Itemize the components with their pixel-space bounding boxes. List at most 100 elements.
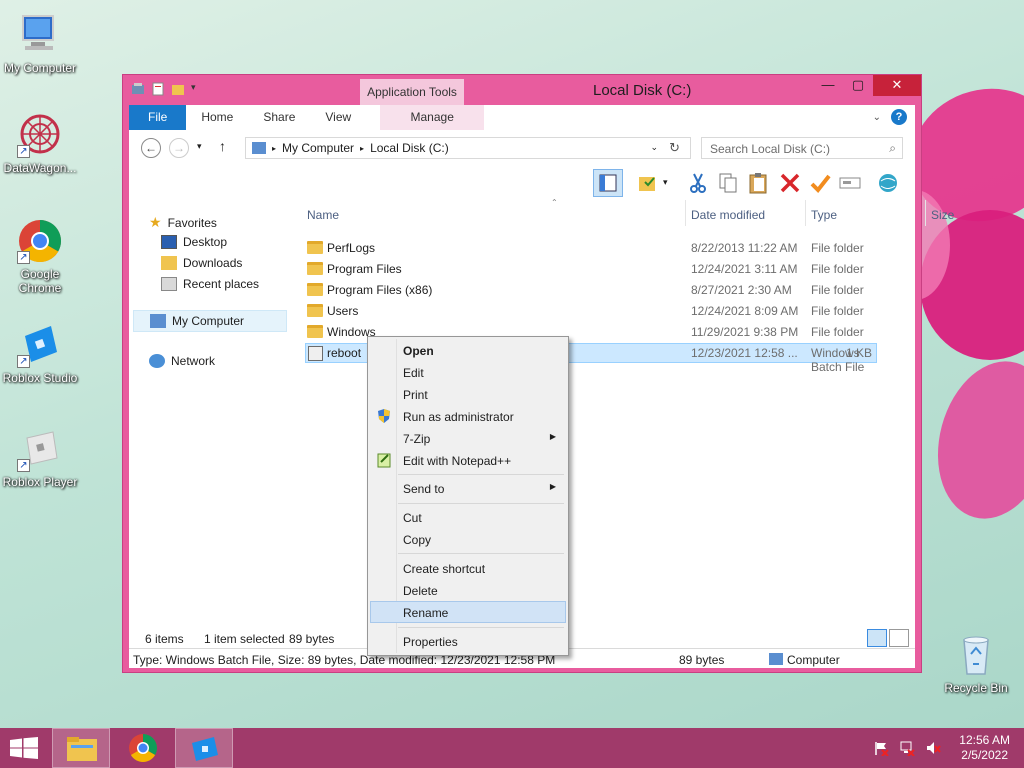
explorer-icon[interactable] xyxy=(131,82,145,96)
delete-icon[interactable] xyxy=(779,172,801,194)
menu-item-copy[interactable]: Copy xyxy=(370,528,566,550)
menu-item-delete[interactable]: Delete xyxy=(370,579,566,601)
maximize-button[interactable]: ▢ xyxy=(843,75,873,96)
recent-locations-chevron-icon[interactable]: ▾ xyxy=(197,141,202,152)
desktop-icon-google-chrome[interactable]: ↗ Google Chrome xyxy=(0,218,80,295)
start-button[interactable] xyxy=(10,737,38,759)
datawagon-icon: ↗ xyxy=(17,112,63,158)
folder-check-icon[interactable] xyxy=(637,172,659,194)
menu-item-send-to[interactable]: Send to ▶ xyxy=(370,477,566,499)
volume-muted-icon[interactable] xyxy=(925,740,941,756)
large-icons-view-button[interactable] xyxy=(889,629,909,647)
file-date: 12/23/2021 12:58 ... xyxy=(691,346,798,360)
shortcut-arrow-icon: ↗ xyxy=(17,459,30,472)
desktop-icon-roblox-studio[interactable]: ↗ Roblox Studio xyxy=(0,322,80,385)
taskbar-chrome[interactable] xyxy=(114,728,172,768)
tab-view[interactable]: View xyxy=(310,105,366,130)
tab-file[interactable]: File xyxy=(129,105,187,130)
submenu-arrow-icon: ▶ xyxy=(549,432,556,441)
breadcrumb-my-computer[interactable]: My Computer xyxy=(282,141,354,155)
desktop-icon-roblox-player[interactable]: ↗ Roblox Player xyxy=(0,426,80,489)
details-pane-icon[interactable] xyxy=(593,169,623,197)
close-button[interactable]: ✕ xyxy=(873,75,921,96)
file-name: Program Files (x86) xyxy=(327,283,433,297)
desktop-icon-my-computer[interactable]: My Computer xyxy=(0,12,80,75)
column-header-date[interactable]: Date modified xyxy=(691,208,765,222)
action-center-flag-icon[interactable] xyxy=(873,740,889,757)
title-bar[interactable]: ▾ Application Tools Local Disk (C:) — ▢ … xyxy=(123,75,921,106)
help-icon[interactable]: ? xyxy=(891,109,907,125)
nav-label: Downloads xyxy=(183,256,243,270)
file-name: Program Files xyxy=(327,262,402,276)
status-item-count: 6 items xyxy=(145,632,184,646)
expand-ribbon-icon[interactable]: ⌄ xyxy=(873,112,881,123)
nav-network[interactable]: Network xyxy=(149,354,215,368)
checkmark-icon[interactable] xyxy=(809,172,831,194)
file-row-program-files-x86[interactable]: Program Files (x86) 8/27/2021 2:30 AM Fi… xyxy=(305,280,877,300)
column-divider[interactable] xyxy=(925,200,926,226)
properties-icon[interactable] xyxy=(151,82,165,96)
column-divider[interactable] xyxy=(805,200,806,226)
breadcrumb-local-disk[interactable]: Local Disk (C:) xyxy=(370,141,449,155)
menu-item-edit[interactable]: Edit xyxy=(370,361,566,383)
menu-label: Delete xyxy=(403,584,438,598)
tab-home[interactable]: Home xyxy=(186,105,248,130)
column-header-type[interactable]: Type xyxy=(811,208,837,222)
file-row-program-files[interactable]: Program Files 12/24/2021 3:11 AM File fo… xyxy=(305,259,877,279)
desktop-icon-datawagon[interactable]: ↗ DataWagon... xyxy=(0,112,80,175)
menu-label: Print xyxy=(403,388,428,402)
nav-favorites[interactable]: ★ Favorites xyxy=(149,214,217,231)
menu-label: Run as administrator xyxy=(403,410,514,424)
column-header-size[interactable]: Size xyxy=(931,208,954,222)
address-dropdown-icon[interactable]: ⌄ xyxy=(650,142,658,153)
refresh-icon[interactable]: ↻ xyxy=(669,140,680,156)
nav-recent-places[interactable]: Recent places xyxy=(161,277,259,291)
network-icon xyxy=(149,354,165,368)
rename-field-icon[interactable] xyxy=(839,172,861,194)
column-header-name[interactable]: Name xyxy=(307,208,339,222)
breadcrumb-separator-icon: ▸ xyxy=(272,143,277,153)
taskbar-roblox-studio[interactable] xyxy=(175,728,233,768)
menu-item-cut[interactable]: Cut xyxy=(370,506,566,528)
back-button[interactable]: ← xyxy=(141,138,161,158)
paste-icon[interactable] xyxy=(747,172,769,194)
file-row-users[interactable]: Users 12/24/2021 8:09 AM File folder xyxy=(305,301,877,321)
menu-label: Copy xyxy=(403,533,432,547)
menu-item-open[interactable]: Open xyxy=(370,339,566,361)
forward-button[interactable]: → xyxy=(169,138,189,158)
file-type: File folder xyxy=(811,241,864,255)
network-status-icon[interactable] xyxy=(899,740,915,757)
menu-item-properties[interactable]: Properties xyxy=(370,630,566,652)
tab-manage[interactable]: Manage xyxy=(380,105,485,130)
column-divider[interactable] xyxy=(685,200,686,226)
address-bar[interactable]: ▸ My Computer ▸ Local Disk (C:) ⌄ ↻ xyxy=(245,137,691,159)
chevron-down-icon[interactable]: ▾ xyxy=(663,177,685,199)
tab-share[interactable]: Share xyxy=(248,105,310,130)
cut-icon[interactable] xyxy=(687,172,709,194)
minimize-button[interactable]: — xyxy=(813,75,843,96)
nav-downloads[interactable]: Downloads xyxy=(161,256,242,270)
menu-item-edit-notepad[interactable]: Edit with Notepad++ xyxy=(370,449,566,471)
globe-icon[interactable] xyxy=(877,172,899,194)
nav-my-computer[interactable]: My Computer xyxy=(133,310,287,332)
file-row-perflogs[interactable]: PerfLogs 8/22/2013 11:22 AM File folder xyxy=(305,238,877,258)
file-date: 8/27/2021 2:30 AM xyxy=(691,283,792,297)
recent-places-icon xyxy=(161,277,177,291)
up-arrow-icon[interactable]: ↑ xyxy=(219,138,226,154)
details-view-button[interactable] xyxy=(867,629,887,647)
menu-item-print[interactable]: Print xyxy=(370,383,566,405)
taskbar-file-explorer[interactable] xyxy=(52,728,110,768)
new-folder-icon[interactable] xyxy=(171,82,185,96)
menu-item-rename[interactable]: Rename xyxy=(370,601,566,623)
nav-desktop[interactable]: Desktop xyxy=(161,235,227,249)
menu-label: Edit with Notepad++ xyxy=(403,454,512,468)
taskbar-clock[interactable]: 12:56 AM 2/5/2022 xyxy=(959,733,1010,763)
menu-item-run-as-administrator[interactable]: Run as administrator xyxy=(370,405,566,427)
menu-item-create-shortcut[interactable]: Create shortcut xyxy=(370,557,566,579)
computer-icon xyxy=(17,12,63,58)
copy-icon[interactable] xyxy=(717,172,739,194)
desktop-icon-recycle-bin[interactable]: Recycle Bin xyxy=(936,632,1016,695)
search-input[interactable]: Search Local Disk (C:) ⌕ xyxy=(701,137,903,159)
chevron-down-icon[interactable]: ▾ xyxy=(191,82,205,96)
menu-item-7zip[interactable]: 7-Zip ▶ xyxy=(370,427,566,449)
